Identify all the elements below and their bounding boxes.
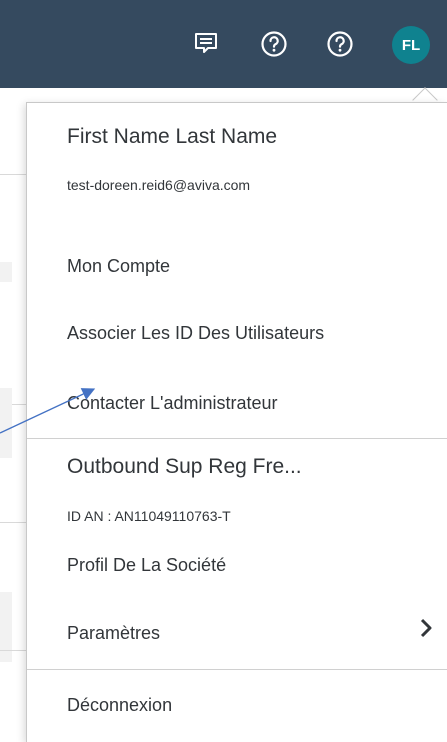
contact-admin-link[interactable]: Contacter L'administrateur: [67, 393, 437, 414]
link-user-ids-link[interactable]: Associer Les ID Des Utilisateurs: [67, 323, 437, 344]
feedback-icon[interactable]: [188, 26, 224, 62]
company-name: Outbound Sup Reg Fre...: [67, 455, 302, 478]
background-block: [0, 592, 12, 662]
company-profile-link[interactable]: Profil De La Société: [67, 555, 437, 576]
divider: [0, 522, 26, 523]
an-id: ID AN : AN11049110763-T: [67, 508, 231, 524]
background-page: [0, 88, 26, 742]
user-email: test-doreen.reid6@aviva.com: [67, 177, 251, 193]
menu-divider: [27, 669, 447, 670]
divider: [0, 174, 26, 175]
logout-link[interactable]: Déconnexion: [67, 695, 437, 716]
avatar[interactable]: FL: [392, 26, 430, 64]
shell-header: FL: [0, 0, 447, 88]
help-icon[interactable]: [322, 26, 358, 62]
help-icon[interactable]: [256, 26, 292, 62]
chevron-right-icon[interactable]: [415, 617, 437, 639]
divider: [0, 650, 26, 651]
my-account-link[interactable]: Mon Compte: [67, 256, 437, 277]
user-name: First Name Last Name: [67, 125, 278, 148]
menu-divider: [27, 438, 447, 439]
user-menu-popover: First Name Last Name test-doreen.reid6@a…: [26, 102, 447, 742]
background-block: [0, 262, 12, 282]
background-block: [0, 388, 12, 458]
settings-menu-item[interactable]: Paramètres: [67, 623, 437, 644]
